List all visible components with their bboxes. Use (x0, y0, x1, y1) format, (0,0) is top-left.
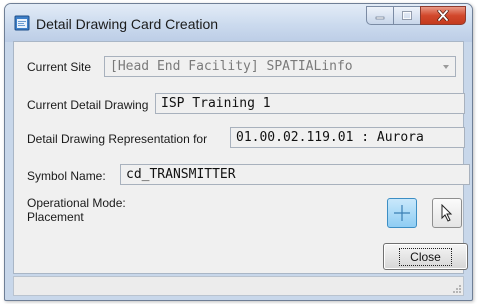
minimize-button[interactable] (366, 6, 393, 25)
representation-label: Detail Drawing Representation for (27, 132, 208, 146)
dialog-content: Current Site [Head End Facility] SPATIAL… (13, 41, 470, 274)
operational-mode-value: Placement (27, 210, 84, 224)
symbol-name-value: cd_TRANSMITTER (126, 167, 236, 182)
current-site-combobox[interactable]: [Head End Facility] SPATIALinfo (104, 56, 456, 77)
window-title: Detail Drawing Card Creation (36, 16, 219, 32)
pointer-arrow-icon (441, 204, 453, 222)
current-site-label: Current Site (27, 60, 92, 74)
current-detail-drawing-label: Current Detail Drawing (27, 98, 149, 112)
crosshair-tool-button[interactable] (387, 198, 417, 228)
close-button-label: Close (399, 247, 452, 266)
symbol-name-label: Symbol Name: (27, 169, 106, 183)
current-site-value: [Head End Facility] SPATIALinfo (110, 59, 353, 74)
app-window-icon (14, 15, 30, 31)
symbol-name-field[interactable]: cd_TRANSMITTER (120, 164, 470, 185)
minimize-icon (375, 16, 385, 19)
maximize-icon (402, 11, 412, 20)
title-bar[interactable]: Detail Drawing Card Creation (5, 4, 472, 42)
resize-grip-icon[interactable] (451, 283, 461, 293)
operational-mode-label: Operational Mode: (27, 196, 126, 210)
representation-value: 01.00.02.119.01 : Aurora (236, 130, 424, 145)
dialog-window: Detail Drawing Card Creation Current Sit… (4, 3, 473, 301)
current-detail-drawing-field[interactable]: ISP Training 1 (155, 93, 465, 114)
current-detail-drawing-value: ISP Training 1 (161, 96, 271, 111)
close-button[interactable]: Close (383, 243, 468, 270)
representation-field[interactable]: 01.00.02.119.01 : Aurora (230, 127, 465, 148)
window-close-button[interactable] (420, 6, 466, 25)
chevron-down-icon (443, 65, 449, 69)
maximize-button[interactable] (393, 6, 420, 25)
close-icon (437, 10, 449, 21)
caption-buttons (366, 6, 466, 26)
status-bar (13, 276, 464, 296)
pointer-tool-button[interactable] (432, 198, 462, 228)
crosshair-icon (394, 205, 410, 221)
